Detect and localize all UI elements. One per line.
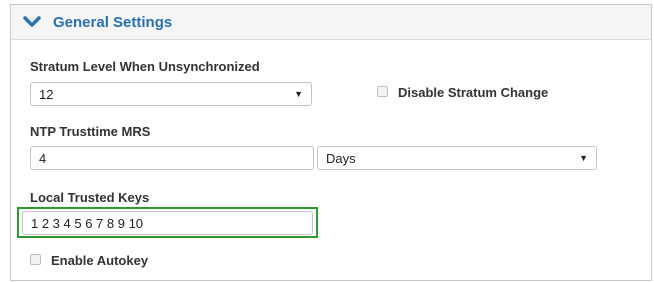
stratum-select[interactable]: 12 ▼ [30,82,312,106]
general-settings-panel: General Settings [10,4,652,281]
disable-stratum-change-checkbox[interactable] [377,86,388,97]
disable-stratum-change-label: Disable Stratum Change [398,85,549,100]
enable-autokey-label: Enable Autokey [51,253,149,268]
stratum-selected-value: 12 [39,87,54,102]
enable-autokey-checkbox[interactable] [30,254,41,265]
local-trusted-keys-label: Local Trusted Keys [30,190,150,205]
local-trusted-keys-value: 1 2 3 4 5 6 7 8 9 10 [31,216,144,231]
local-trusted-keys-input[interactable]: 1 2 3 4 5 6 7 8 9 10 [22,211,313,235]
dropdown-caret-icon: ▼ [579,153,588,163]
panel-header[interactable]: General Settings [11,5,651,40]
dropdown-caret-icon: ▼ [294,89,303,99]
ntp-trusttime-value: 4 [39,151,47,166]
ntp-trusttime-unit-select[interactable]: Days ▼ [317,146,597,170]
stratum-label: Stratum Level When Unsynchronized [30,59,260,74]
chevron-down-icon[interactable] [23,14,41,30]
panel-title: General Settings [53,14,173,31]
ntp-trusttime-input[interactable]: 4 [30,146,314,170]
ntp-trusttime-label: NTP Trusttime MRS [30,124,151,139]
ntp-trusttime-unit-value: Days [326,151,356,166]
